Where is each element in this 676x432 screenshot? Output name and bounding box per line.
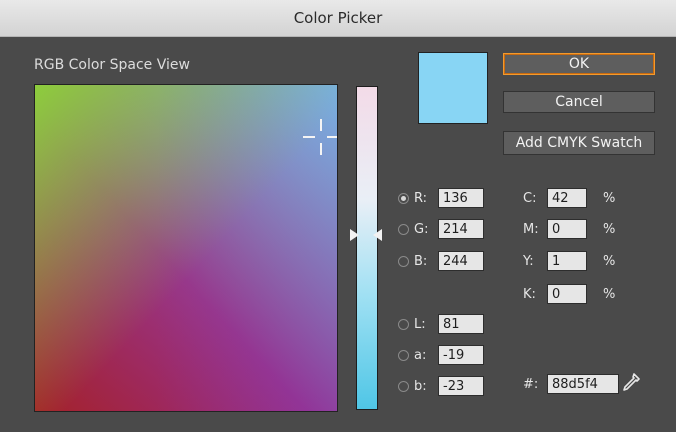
rgb-row-b: B: 244 <box>398 250 484 272</box>
field-lab-b[interactable]: -23 <box>438 376 484 396</box>
ok-button[interactable]: OK <box>503 53 655 75</box>
color-slider[interactable] <box>356 86 378 410</box>
field-r[interactable]: 136 <box>438 188 484 208</box>
cmyk-row-k: K: 0 % <box>523 283 615 305</box>
radio-lab-b[interactable] <box>398 380 409 392</box>
radio-g[interactable] <box>398 223 409 235</box>
unit-k: % <box>603 286 616 302</box>
cmyk-row-y: Y: 1 % <box>523 250 615 272</box>
color-field[interactable] <box>34 84 338 412</box>
cmyk-row-m: M: 0 % <box>523 218 615 240</box>
cmyk-row-c: C: 42 % <box>523 187 615 209</box>
cancel-button[interactable]: Cancel <box>503 91 655 113</box>
label-hex: #: <box>523 376 539 392</box>
label-l: L: <box>414 316 426 332</box>
field-g[interactable]: 214 <box>438 219 484 239</box>
unit-m: % <box>603 221 616 237</box>
label-m: M: <box>523 221 539 237</box>
label-k: K: <box>523 286 536 302</box>
lab-row-l: L: 81 <box>398 313 484 335</box>
label-r: R: <box>414 190 428 206</box>
radio-b[interactable] <box>398 255 409 267</box>
unit-c: % <box>603 190 616 206</box>
label-lab-b: b: <box>414 378 427 394</box>
radio-l[interactable] <box>398 318 409 330</box>
title-bar: Color Picker <box>0 0 676 37</box>
label-b: B: <box>414 253 428 269</box>
add-cmyk-swatch-button[interactable]: Add CMYK Swatch <box>503 131 655 155</box>
hex-field[interactable]: 88d5f4 <box>547 374 619 394</box>
field-a[interactable]: -19 <box>438 345 484 365</box>
field-y[interactable]: 1 <box>547 251 587 271</box>
view-label: RGB Color Space View <box>34 57 190 73</box>
label-a: a: <box>414 347 427 363</box>
radio-a[interactable] <box>398 349 409 361</box>
label-c: C: <box>523 190 537 206</box>
eyedropper-icon[interactable] <box>620 371 642 393</box>
label-g: G: <box>414 221 429 237</box>
lab-row-a: a: -19 <box>398 344 484 366</box>
lab-row-b: b: -23 <box>398 375 484 397</box>
slider-handle-right[interactable] <box>373 229 382 241</box>
label-y: Y: <box>523 253 534 269</box>
radio-r[interactable] <box>398 192 409 204</box>
crosshair-icon[interactable] <box>303 119 337 155</box>
hex-row: #: 88d5f4 <box>523 373 619 395</box>
field-m[interactable]: 0 <box>547 219 587 239</box>
unit-y: % <box>603 253 616 269</box>
field-c[interactable]: 42 <box>547 188 587 208</box>
window-title: Color Picker <box>293 9 383 27</box>
slider-handle-left[interactable] <box>350 229 359 241</box>
field-k[interactable]: 0 <box>547 284 587 304</box>
field-b[interactable]: 244 <box>438 251 484 271</box>
rgb-row-r: R: 136 <box>398 187 484 209</box>
color-preview <box>418 52 488 124</box>
field-l[interactable]: 81 <box>438 314 484 334</box>
rgb-row-g: G: 214 <box>398 218 484 240</box>
